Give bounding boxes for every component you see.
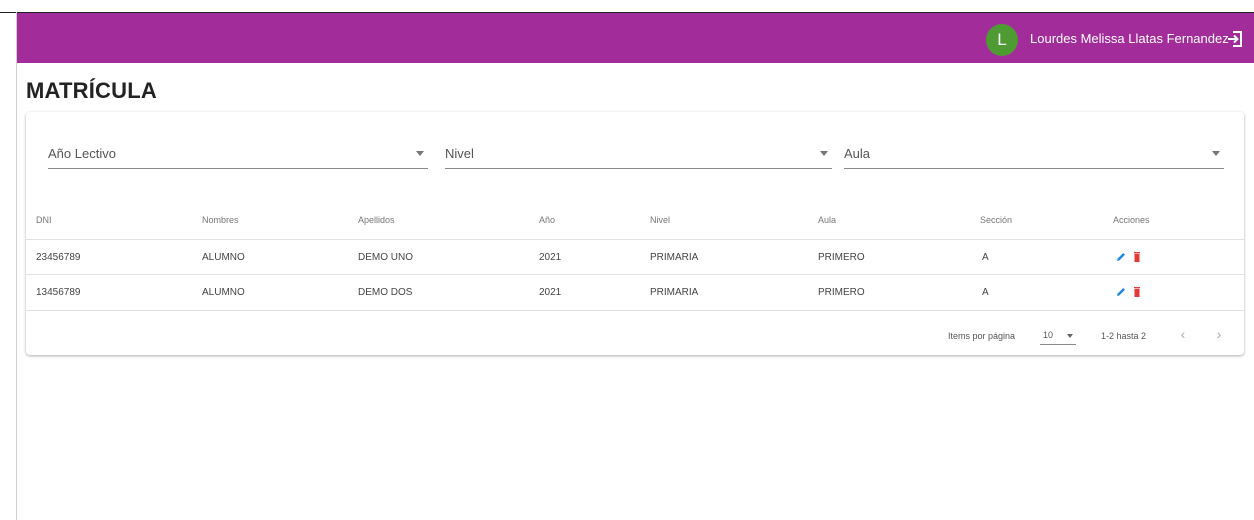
next-page-button[interactable]: › [1211, 326, 1227, 342]
cell-nivel: PRIMARIA [650, 287, 699, 298]
edit-icon[interactable] [1115, 251, 1127, 263]
logout-icon[interactable] [1226, 30, 1244, 48]
chevron-down-icon [1067, 334, 1073, 338]
table-row[interactable]: 23456789 ALUMNO DEMO UNO 2021 PRIMARIA P… [26, 239, 1244, 275]
range-label: 1-2 hasta 2 [1101, 331, 1147, 341]
cell-nivel: PRIMARIA [650, 252, 699, 263]
cell-nombres: ALUMNO [202, 252, 245, 263]
classroom-select[interactable]: Aula [844, 142, 1224, 169]
cell-seccion: A [982, 252, 989, 263]
academic-year-label: Año Lectivo [48, 146, 116, 161]
window-left-border [16, 12, 17, 520]
cell-apellidos: DEMO UNO [358, 252, 413, 263]
academic-year-select[interactable]: Año Lectivo [48, 142, 428, 169]
paginator-divider [26, 310, 1244, 311]
cell-aula: PRIMERO [818, 252, 865, 263]
column-header-dni[interactable]: DNI [36, 215, 52, 225]
chevron-down-icon [416, 151, 424, 156]
enrollment-card: Año Lectivo Nivel Aula DNI Nombres Apell… [26, 112, 1244, 355]
level-label: Nivel [445, 146, 474, 161]
column-header-nombres[interactable]: Nombres [202, 215, 239, 225]
delete-icon[interactable] [1131, 251, 1143, 263]
table-row[interactable]: 13456789 ALUMNO DEMO DOS 2021 PRIMARIA P… [26, 274, 1244, 310]
level-select[interactable]: Nivel [445, 142, 832, 169]
cell-dni: 13456789 [36, 287, 81, 298]
column-header-aula[interactable]: Aula [818, 215, 836, 225]
user-avatar[interactable]: L [986, 24, 1018, 56]
cell-nombres: ALUMNO [202, 287, 245, 298]
column-header-apellidos[interactable]: Apellidos [358, 215, 395, 225]
page-size-select[interactable]: 10 [1040, 326, 1076, 345]
page-size-value: 10 [1043, 330, 1054, 340]
delete-icon[interactable] [1131, 286, 1143, 298]
column-header-acciones: Acciones [1113, 215, 1150, 225]
items-per-page-label: Items por página [948, 331, 1016, 341]
edit-icon[interactable] [1115, 286, 1127, 298]
column-header-nivel[interactable]: Nivel [650, 215, 670, 225]
cell-anio: 2021 [539, 252, 562, 263]
page-title: MATRÍCULA [26, 78, 157, 103]
column-header-anio[interactable]: Año [539, 215, 555, 225]
cell-seccion: A [982, 287, 989, 298]
user-name: Lourdes Melissa Llatas Fernandez [1030, 31, 1229, 46]
previous-page-button[interactable]: ‹ [1175, 326, 1191, 342]
classroom-label: Aula [844, 146, 871, 161]
cell-anio: 2021 [539, 287, 562, 298]
cell-dni: 23456789 [36, 252, 81, 263]
chevron-down-icon [820, 151, 828, 156]
cell-apellidos: DEMO DOS [358, 287, 413, 298]
column-header-seccion[interactable]: Sección [980, 215, 1012, 225]
cell-aula: PRIMERO [818, 287, 865, 298]
chevron-down-icon [1212, 151, 1220, 156]
